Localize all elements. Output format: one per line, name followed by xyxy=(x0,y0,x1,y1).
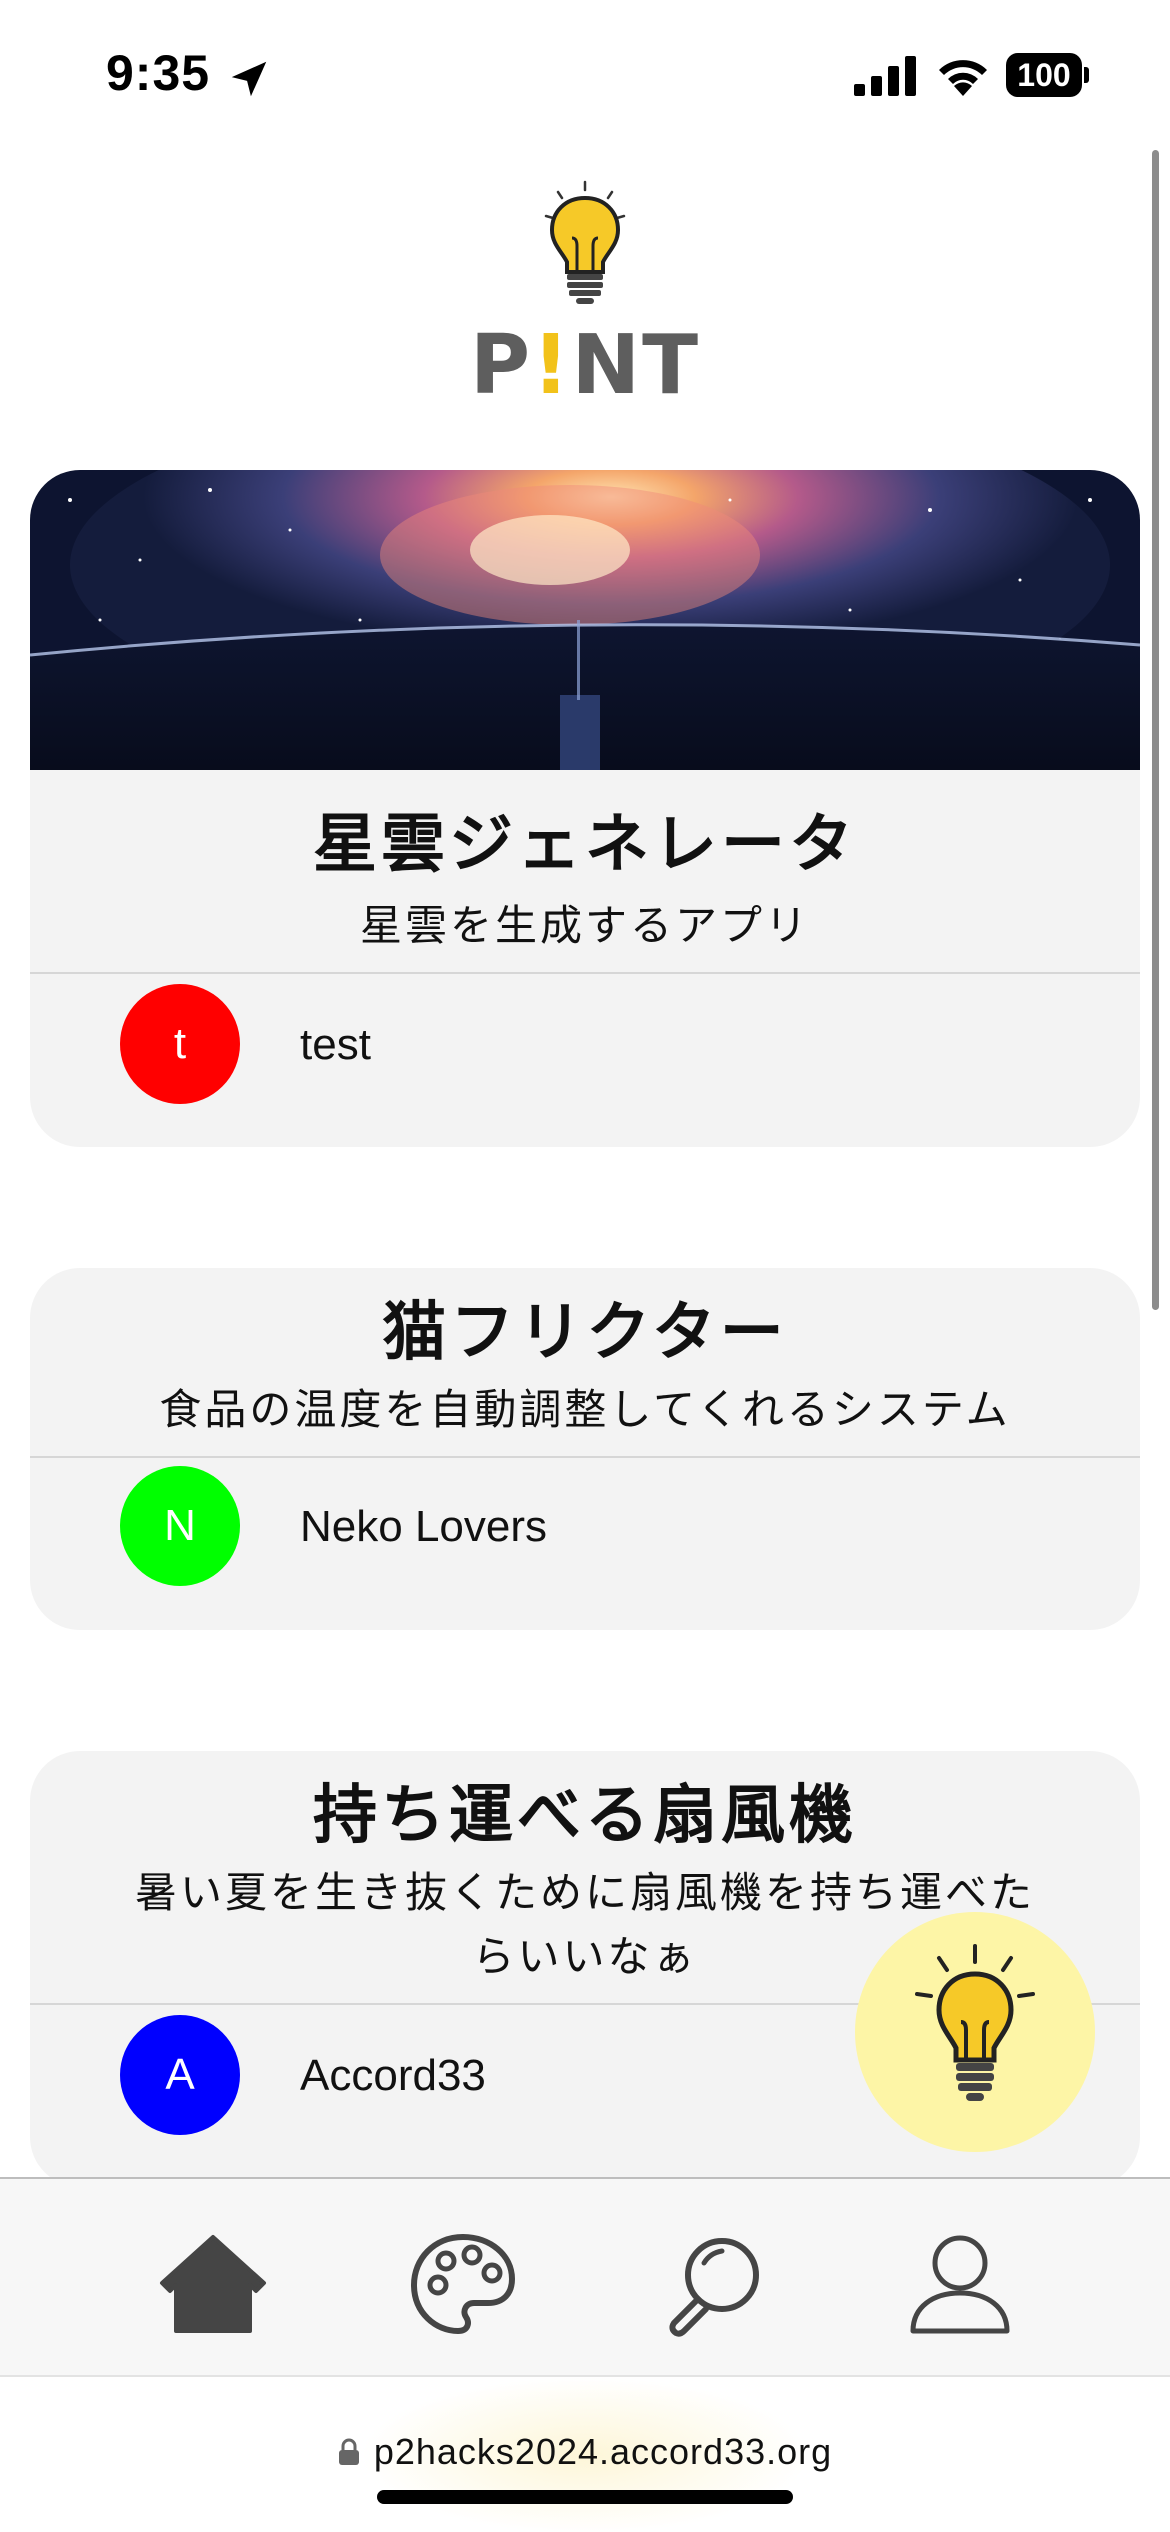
avatar: A xyxy=(120,2015,240,2135)
pint-logo: P!NT xyxy=(470,180,701,413)
status-bar: 9:35 100 xyxy=(0,0,1170,140)
nebula-planetarium-image xyxy=(30,470,1140,770)
battery-level: 100 xyxy=(1006,53,1082,97)
idea-fab-button[interactable] xyxy=(855,1912,1095,2152)
card-title: 持ち運べる扇風機 xyxy=(313,1779,857,1853)
author-name: Accord33 xyxy=(300,2051,486,2100)
avatar: N xyxy=(120,1466,240,1586)
logo-wordmark: P!NT xyxy=(470,318,701,413)
url-text: p2hacks2024.accord33.org xyxy=(373,2431,833,2472)
author-name: test xyxy=(300,1020,371,1069)
logo-lightbulb-icon xyxy=(544,180,626,304)
search-icon xyxy=(669,2238,759,2337)
lightbulb-icon xyxy=(915,1944,1035,2101)
project-card[interactable]: 猫フリクター 食品の温度を自動調整してくれるシステム N Neko Lovers xyxy=(30,1268,1140,1630)
tab-profile[interactable] xyxy=(905,2229,1015,2339)
card-hero-image xyxy=(30,470,1140,770)
tab-palette[interactable] xyxy=(408,2229,518,2339)
project-card[interactable]: 星雲ジェネレータ 星雲を生成するアプリ t test xyxy=(30,470,1140,1147)
author-name: Neko Lovers xyxy=(300,1502,548,1551)
url-row[interactable]: p2hacks2024.accord33.org xyxy=(0,2431,1170,2473)
browser-url-bar[interactable]: p2hacks2024.accord33.org xyxy=(0,2375,1170,2532)
status-time: 9:35 xyxy=(106,45,211,101)
battery-indicator: 100 xyxy=(1006,53,1089,97)
card-title: 猫フリクター xyxy=(382,1296,788,1370)
tab-search[interactable] xyxy=(660,2229,770,2339)
lock-icon xyxy=(338,2438,359,2465)
card-author-row[interactable]: t test xyxy=(30,974,1140,1124)
scrollbar[interactable] xyxy=(1152,150,1159,1310)
card-description: 星雲を生成するアプリ xyxy=(359,901,810,950)
profile-icon xyxy=(910,2235,1010,2334)
home-indicator[interactable] xyxy=(377,2490,793,2504)
avatar: t xyxy=(120,984,240,1104)
card-title: 星雲ジェネレータ xyxy=(313,808,857,882)
palette-icon xyxy=(410,2233,516,2335)
card-author-row[interactable]: N Neko Lovers xyxy=(30,1458,1140,1608)
card-description: 食品の温度を自動調整してくれるシステム xyxy=(159,1385,1011,1434)
bottom-tab-bar xyxy=(0,2177,1170,2375)
tab-home[interactable] xyxy=(158,2229,268,2339)
cellular-signal-icon xyxy=(854,56,916,96)
location-arrow-icon xyxy=(231,61,267,97)
home-icon xyxy=(160,2235,266,2333)
wifi-icon xyxy=(939,60,987,96)
